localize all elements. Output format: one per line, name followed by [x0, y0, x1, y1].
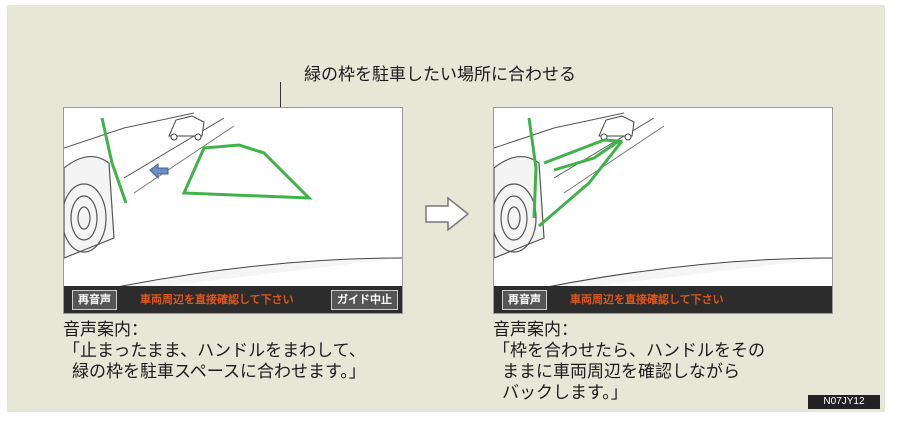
- parking-guide-frame: [543, 138, 624, 172]
- parking-guide-frame: [181, 143, 313, 200]
- caption-line: ままに車両周辺を確認しながら: [502, 362, 740, 382]
- caption-label: 音声案内：: [63, 320, 148, 340]
- vehicle-tire-icon: [64, 156, 115, 259]
- replay-voice-button[interactable]: 再音声: [502, 290, 547, 310]
- caption-line: 「止まったまま、ハンドルをまわして、: [63, 341, 366, 361]
- replay-voice-button[interactable]: 再音声: [72, 290, 117, 310]
- next-step-arrow-icon: [425, 196, 470, 232]
- rear-camera-view: [494, 112, 832, 299]
- caption-line: バックします。」: [502, 383, 628, 403]
- voice-guidance-caption-before: 音声案内： 「止まったまま、ハンドルをまわして、 緑の枠を駐車スペースに合わせま…: [63, 320, 366, 383]
- rear-camera-view: [64, 112, 402, 299]
- screen-toolbar: 再音声 車両周辺を直接確認して下さい ガイド中止: [64, 286, 402, 313]
- voice-guidance-caption-after: 音声案内： 「枠を合わせたら、ハンドルをその ままに車両周辺を確認しながら バッ…: [493, 320, 765, 404]
- guide-cancel-button[interactable]: ガイド中止: [331, 290, 398, 310]
- safety-notice: 車両周辺を直接確認して下さい: [570, 293, 724, 306]
- distant-car-icon: [598, 115, 635, 141]
- distant-car-icon: [168, 115, 205, 141]
- callout-text: 緑の枠を駐車したい場所に合わせる: [304, 65, 576, 85]
- figure-code: N07JY12: [808, 395, 880, 409]
- caption-line: 緑の枠を駐車スペースに合わせます。」: [72, 362, 366, 382]
- caption-line: 「枠を合わせたら、ハンドルをその: [493, 341, 765, 361]
- screen-toolbar: 再音声 車両周辺を直接確認して下さい: [494, 286, 832, 313]
- camera-screen-after: 再音声 車両周辺を直接確認して下さい: [493, 107, 833, 314]
- safety-notice: 車両周辺を直接確認して下さい: [140, 293, 294, 306]
- caption-label: 音声案内：: [493, 320, 578, 340]
- camera-screen-before: 再音声 車両周辺を直接確認して下さい ガイド中止: [63, 107, 403, 314]
